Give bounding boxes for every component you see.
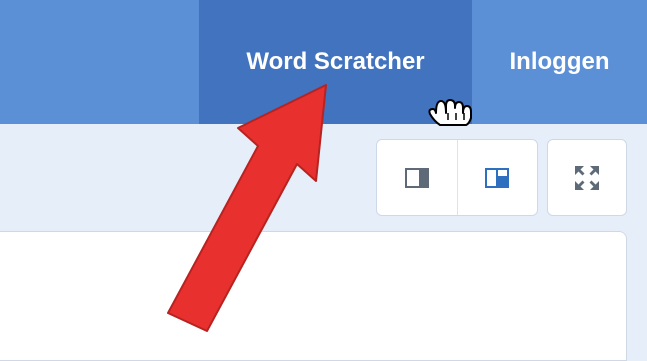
layout-single-pane-button[interactable] — [377, 140, 457, 215]
layout-toggle-group — [376, 139, 538, 216]
layout-split-pane-button[interactable] — [456, 140, 538, 215]
fullscreen-expand-icon — [575, 165, 599, 190]
panel-right-icon — [404, 167, 429, 188]
nav-login[interactable]: Inloggen — [472, 0, 647, 124]
top-navigation-bar: Word Scratcher Inloggen — [0, 0, 647, 124]
editor-panel[interactable] — [0, 231, 627, 361]
layout-split-icon — [485, 167, 510, 188]
nav-word-scratcher-label: Word Scratcher — [246, 48, 425, 75]
fullscreen-button[interactable] — [547, 139, 627, 216]
nav-login-label: Inloggen — [509, 48, 610, 75]
nav-word-scratcher[interactable]: Word Scratcher — [199, 0, 472, 124]
